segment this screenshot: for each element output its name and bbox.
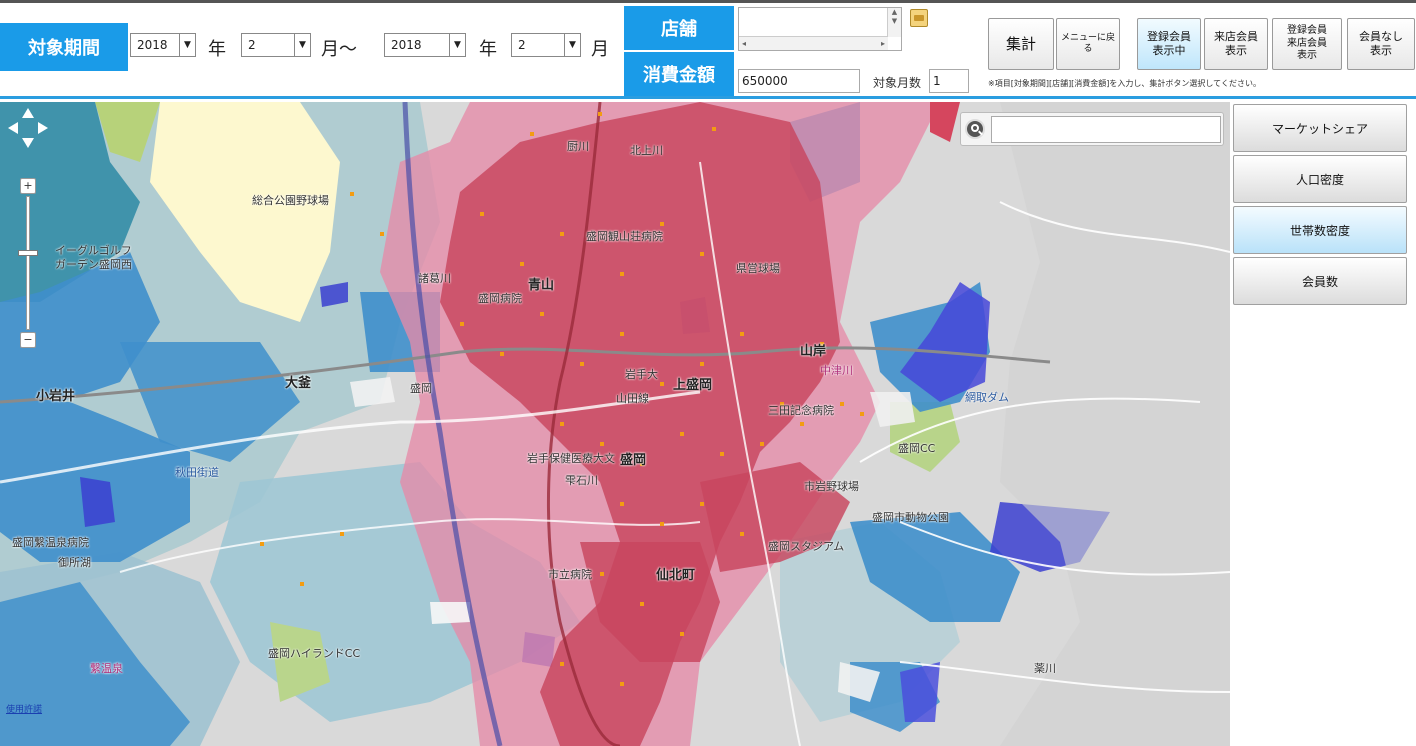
map-label-yakushi-river: 薬川	[1034, 662, 1056, 675]
regvisit-line1: 登録会員	[1287, 25, 1327, 37]
map-label-kitakami-river: 北上川	[630, 144, 663, 157]
map-label-gosho-lake: 御所湖	[58, 556, 91, 569]
map-nav-control: + −	[8, 108, 48, 356]
from-year-select[interactable]: 2018 ▼	[130, 33, 196, 57]
map-label-akita-road: 秋田街道	[175, 466, 219, 479]
sidebar-item-population-density[interactable]: 人口密度	[1233, 155, 1407, 203]
store-label: 店舗	[624, 6, 734, 50]
listbox-scrollbar-h[interactable]: ◂ ▸	[739, 36, 888, 50]
aggregate-button[interactable]: 集計	[988, 18, 1054, 70]
chevron-down-icon: ▼	[179, 34, 195, 56]
year-unit-1: 年	[208, 39, 226, 60]
map-label-mita-hospital: 三田記念病院	[768, 404, 834, 417]
regvisit-line3: 表示	[1297, 50, 1317, 62]
map-label-amihari-dam: 網取ダム	[965, 391, 1009, 404]
zoom-out-icon[interactable]: −	[20, 332, 36, 348]
months-label: 対象月数	[873, 76, 922, 90]
toolbar: 対象期間 2018 ▼ 年 2 ▼ 月〜 2018 ▼ 年 2 ▼ 月 店舗 消…	[0, 0, 1416, 96]
map-label-kamimorioka: 上盛岡	[673, 378, 713, 393]
zoom-in-icon[interactable]: +	[20, 178, 36, 194]
map-label-hoken-univ: 岩手保健医療大文	[527, 452, 615, 465]
from-month-select[interactable]: 2 ▼	[241, 33, 311, 57]
terms-link[interactable]: 使用許諾	[6, 702, 42, 715]
nomember-line2: 表示	[1370, 44, 1392, 57]
zoom-slider[interactable]: + −	[18, 178, 38, 350]
from-month-value: 2	[248, 38, 256, 52]
map-label-city-hospital: 市立病院	[548, 568, 592, 581]
map-label-sogo: 総合公園野球場	[252, 194, 329, 207]
map-label-tsunagi-hospital: 盛岡繋温泉病院	[12, 536, 89, 549]
spend-input[interactable]	[738, 69, 860, 93]
map-label-shizukuishi-river: 雫石川	[565, 474, 598, 487]
map-label-iwayama-stadium: 市岩野球場	[804, 480, 859, 493]
to-year-select[interactable]: 2018 ▼	[384, 33, 466, 57]
search-icon[interactable]	[965, 119, 985, 139]
year-unit-2: 年	[479, 39, 497, 60]
pan-icon[interactable]	[8, 108, 48, 148]
to-year-value: 2018	[391, 38, 422, 52]
map-canvas[interactable]	[0, 102, 1230, 746]
store-listbox[interactable]: ▲ ▼ ◂ ▸	[738, 7, 902, 51]
map-label-iwate-univ: 岩手大	[625, 368, 658, 381]
to-month-value: 2	[518, 38, 526, 52]
nomember-line1: 会員なし	[1359, 30, 1403, 44]
instruction-note: ※項目[対象期間][店舗][消費金額]を入力し、集計ボタン選択してください。	[988, 79, 1261, 88]
map-label-morioka-station: 盛岡	[410, 382, 432, 395]
chevron-down-icon: ▼	[294, 34, 310, 56]
chevron-down-icon: ▼	[449, 34, 465, 56]
map-label-ayama-hospital: 盛岡観山荘病院	[586, 230, 663, 243]
folder-icon[interactable]	[910, 9, 928, 27]
visit-member-button[interactable]: 来店会員 表示	[1204, 18, 1268, 70]
registered-visit-button[interactable]: 登録会員 来店会員 表示	[1272, 18, 1342, 70]
spend-label: 消費金額	[624, 52, 734, 96]
map-view[interactable]: 総合公園野球場 イーグルゴルフ ガーデン盛岡西 小岩井 大釜 盛岡 秋田街道 盛…	[0, 102, 1230, 746]
to-month-select[interactable]: 2 ▼	[511, 33, 581, 57]
visit-line2: 表示	[1225, 44, 1247, 57]
map-label-tsunagi-onsen: 繋温泉	[90, 662, 123, 675]
map-label-ogama: 大釜	[285, 376, 312, 391]
period-label: 対象期間	[0, 23, 128, 71]
visit-line1: 来店会員	[1214, 30, 1258, 44]
map-label-kuriyagawa: 厨川	[567, 140, 589, 153]
back-menu-button[interactable]: メニューに戻る	[1056, 18, 1120, 70]
from-year-value: 2018	[137, 38, 168, 52]
months-input[interactable]	[929, 69, 969, 93]
map-search	[960, 112, 1224, 146]
month-unit: 月	[591, 39, 609, 60]
sidebar-item-market-share[interactable]: マーケットシェア	[1233, 104, 1407, 152]
zoom-handle[interactable]	[18, 250, 38, 256]
sidebar-item-household-density[interactable]: 世帯数密度	[1233, 206, 1407, 254]
chevron-down-icon: ▼	[564, 34, 580, 56]
sidebar-item-member-count[interactable]: 会員数	[1233, 257, 1407, 305]
map-label-shoro-river: 諸葛川	[418, 272, 451, 285]
map-label-morioka-hospital: 盛岡病院	[478, 292, 522, 305]
map-label-koiwai: 小岩井	[36, 389, 76, 404]
registered-line1: 登録会員	[1147, 30, 1191, 44]
map-label-kenei-stadium: 県営球場	[736, 262, 780, 275]
month-range-unit: 月〜	[321, 39, 357, 60]
toolbar-separator	[0, 96, 1416, 99]
no-member-button[interactable]: 会員なし 表示	[1347, 18, 1415, 70]
map-label-yamada-line: 山田線	[616, 392, 649, 405]
regvisit-line2: 来店会員	[1287, 37, 1327, 49]
map-label-yamagishi: 山岸	[800, 344, 827, 359]
map-label-highland-cc: 盛岡ハイランドCC	[268, 647, 361, 660]
map-label-morioka: 盛岡	[620, 453, 647, 468]
map-label-senboku: 仙北町	[656, 568, 696, 583]
listbox-scrollbar-v[interactable]: ▲ ▼	[887, 8, 901, 37]
registered-line2: 表示中	[1152, 44, 1186, 57]
map-label-morioka-cc: 盛岡CC	[898, 442, 936, 455]
map-label-eagle-garden: ガーデン盛岡西	[55, 258, 132, 271]
map-label-nakatsugawa: 中津川	[820, 364, 853, 377]
zoom-track[interactable]	[26, 196, 30, 330]
map-label-aoyama: 青山	[528, 278, 555, 293]
map-label-zoo: 盛岡市動物公園	[872, 511, 949, 524]
map-label-stadium: 盛岡スタジアム	[768, 540, 845, 553]
registered-member-button[interactable]: 登録会員 表示中	[1137, 18, 1201, 70]
map-search-input[interactable]	[991, 116, 1221, 143]
